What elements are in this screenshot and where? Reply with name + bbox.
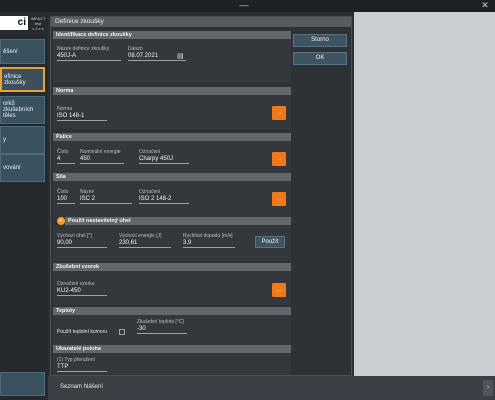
sidebar-item-label: orků zkušebních těles [3, 101, 34, 119]
sidebar-item-label: y [3, 137, 6, 143]
expand-icon[interactable]: › [483, 380, 493, 396]
start-energy-value[interactable]: 230,61 [119, 239, 171, 248]
sila-name-field[interactable]: Název ISC 2 [80, 189, 132, 204]
sidebar-item-label: efinice zkoušky [4, 73, 26, 86]
status-bar: Seznam hlášení › [48, 376, 495, 400]
norma-select-button[interactable]: ... [272, 106, 286, 120]
sila-name-value[interactable]: ISC 2 [80, 195, 132, 204]
panel-norma: Norma ISO 148-1 ... [53, 95, 291, 129]
palice-energy-value[interactable]: 450 [80, 155, 124, 164]
panel-temperatures: Použít teplotní komoru Zkušební teplota … [53, 315, 291, 345]
sidebar-item-label: vování [3, 165, 21, 171]
ok-button[interactable]: OK [293, 52, 347, 65]
sila-designation-field[interactable]: Označení ISO 2 148-2 [139, 189, 189, 204]
sidebar-item-vzorky[interactable]: orků zkušebních těles [0, 96, 45, 124]
section-specimen: Zkušební vzorek [53, 263, 291, 271]
apply-button[interactable]: Použít [255, 236, 285, 248]
impact-speed-value[interactable]: 3,9 [183, 239, 235, 248]
chamber-label: Použít teplotní komoru [57, 329, 108, 335]
start-energy-field[interactable]: Výchozí energie [J] 230,61 [119, 233, 171, 248]
palice-number-field[interactable]: Číslo 4 [57, 149, 75, 164]
specimen-select-button[interactable]: ... [272, 283, 286, 297]
panel-sila: Číslo 100 Název ISC 2 Označení ISO 2 148… [53, 181, 291, 217]
adjustable-angle-checkbox[interactable]: ✓ [57, 217, 65, 225]
section-temperatures: Teploty [53, 307, 291, 315]
break-type-value[interactable]: TTP [57, 363, 107, 372]
sila-number-value[interactable]: 100 [57, 195, 75, 204]
test-name-value[interactable]: 450J-A [57, 52, 121, 61]
form-area: Identifikace definice zkoušky Název defi… [53, 31, 291, 375]
test-temperature-value[interactable]: -30 [137, 325, 187, 334]
sidebar-item-reseni[interactable]: ěšení [0, 39, 45, 64]
specimen-value[interactable]: KU2-450 [57, 287, 107, 296]
section-indicators: Ukazatelé poloha [53, 345, 291, 353]
norma-value[interactable]: ISO 148-1 [57, 112, 107, 121]
test-definition-dialog: Definice zkoušky Storno OK Identifikace … [50, 16, 352, 376]
panel-identification: Název definice zkoušky 450J-A Datum 08.0… [53, 39, 291, 83]
close-icon[interactable]: ✕ [477, 1, 493, 10]
app-logo: ci [0, 16, 28, 30]
palice-select-button[interactable]: ... [272, 152, 286, 166]
specimen-field[interactable]: Označení vzorku KU2-450 [57, 281, 107, 296]
palice-energy-field[interactable]: Nominální energie 450 [80, 149, 124, 164]
sidebar-item-label: ěšení [3, 48, 18, 55]
panel-specimen: Označení vzorku KU2-450 ... [53, 271, 291, 305]
window-titlebar: — ✕ [0, 0, 495, 12]
panel-palice: Číslo 4 Nominální energie 450 Označení C… [53, 141, 291, 175]
minimize-icon[interactable]: — [236, 1, 252, 10]
dialog-title: Definice zkoušky [51, 17, 351, 27]
norma-field[interactable]: Norma ISO 148-1 [57, 106, 107, 121]
cancel-button[interactable]: Storno [293, 34, 347, 47]
panel-indicators: (1) Typ přerušení TTP [53, 353, 291, 375]
start-angle-value[interactable]: 90,00 [57, 239, 107, 248]
section-palice: Palice [53, 133, 291, 141]
right-area [354, 12, 495, 376]
test-temperature-field[interactable]: Zkušební teplota [°C] -30 [137, 319, 187, 334]
panel-adjustable-angle: Výchozí úhel [°] 90,00 Výchozí energie [… [53, 225, 291, 261]
test-name-field[interactable]: Název definice zkoušky 450J-A [57, 46, 121, 61]
palice-designation-field[interactable]: Označení Charpy 450J [139, 149, 189, 164]
section-adjustable-angle: Použít nastavitelný úhel [65, 217, 291, 225]
calendar-icon[interactable]: ▤ [177, 52, 184, 60]
app-version: v 2.x.x [32, 26, 44, 31]
section-identification: Identifikace definice zkoušky [53, 31, 291, 39]
section-sila: Síla [53, 173, 291, 181]
sila-designation-value[interactable]: ISO 2 148-2 [139, 195, 189, 204]
app-name-line1: IMPACT test [30, 16, 46, 26]
palice-number-value[interactable]: 4 [57, 155, 75, 164]
sila-number-field[interactable]: Číslo 100 [57, 189, 75, 204]
start-angle-field[interactable]: Výchozí úhel [°] 90,00 [57, 233, 107, 248]
messages-list-label[interactable]: Seznam hlášení [60, 384, 103, 390]
sidebar-item-definice-zkousky[interactable]: efinice zkoušky [0, 67, 45, 92]
app-name: IMPACT test v 2.x.x [28, 16, 48, 31]
sila-select-button[interactable]: ... [272, 192, 286, 206]
chamber-checkbox[interactable] [119, 329, 125, 335]
sidebar-item-zkousky[interactable]: y [0, 126, 45, 154]
sidebar-item-vyhodnocovani[interactable]: vování [0, 154, 45, 182]
impact-speed-field[interactable]: Rychlost dopadu [m/s] 3,9 [183, 233, 235, 248]
sidebar-bottom-button[interactable] [0, 372, 45, 396]
sidebar: ci IMPACT test v 2.x.x ěšení efinice zko… [0, 12, 48, 400]
palice-designation-value[interactable]: Charpy 450J [139, 155, 189, 164]
break-type-field[interactable]: (1) Typ přerušení TTP [57, 357, 107, 372]
section-norma: Norma [53, 87, 291, 95]
